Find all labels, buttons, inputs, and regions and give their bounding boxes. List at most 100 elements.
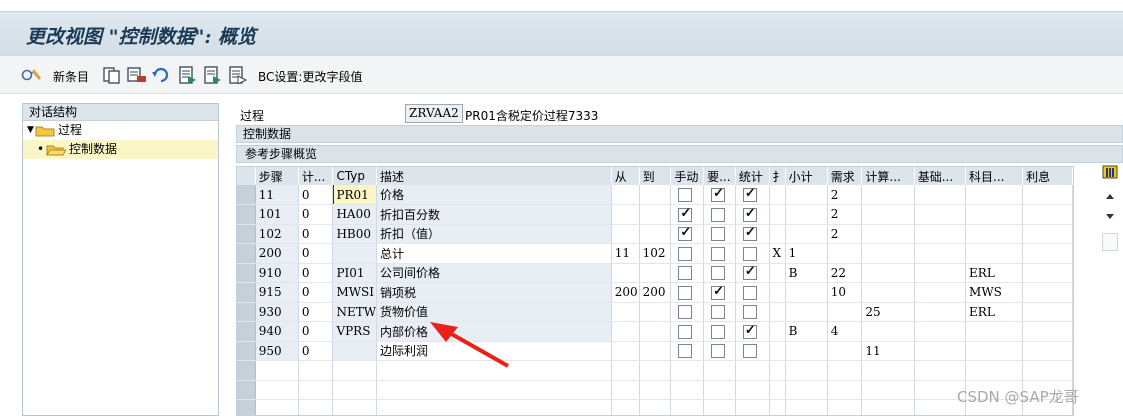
cell-from[interactable]	[611, 321, 640, 342]
row-selector[interactable]	[237, 360, 256, 381]
cell-requirement[interactable]: 22	[827, 263, 863, 283]
empty-cell[interactable]	[1022, 360, 1073, 381]
empty-cell[interactable]	[639, 380, 672, 400]
empty-cell[interactable]	[332, 360, 378, 381]
cell-calc[interactable]	[861, 282, 915, 303]
cell-step[interactable]: 101	[255, 204, 299, 225]
cell-account[interactable]: ERL	[965, 302, 1024, 322]
cell-calc[interactable]: 25	[861, 302, 915, 322]
cell-ctyp[interactable]: NETW	[332, 302, 378, 322]
cell-step[interactable]: 200	[255, 243, 299, 264]
empty-cell[interactable]	[735, 360, 770, 381]
cell-base[interactable]	[914, 302, 967, 322]
empty-cell[interactable]	[255, 380, 299, 400]
cell-print[interactable]	[769, 302, 786, 322]
cell-counter[interactable]: 0	[298, 341, 334, 361]
empty-cell[interactable]	[769, 380, 786, 400]
empty-cell[interactable]	[861, 360, 915, 381]
select-block-icon[interactable]	[203, 66, 223, 84]
delete-icon[interactable]	[126, 66, 148, 84]
cell-account[interactable]	[965, 224, 1024, 244]
select-all-icon[interactable]	[178, 66, 198, 84]
cell-requirement[interactable]	[827, 341, 863, 361]
table-row[interactable]: 950 0 边际利润 11	[237, 341, 1073, 361]
cell-step[interactable]: 940	[255, 321, 299, 342]
cell-base[interactable]	[914, 341, 967, 361]
empty-cell[interactable]	[670, 380, 705, 400]
column-header[interactable]: 描述	[376, 167, 612, 185]
cell-counter[interactable]: 0	[298, 282, 334, 303]
manual-checkbox[interactable]	[678, 324, 693, 339]
cell-base[interactable]	[914, 263, 967, 283]
cell-step[interactable]: 102	[255, 224, 299, 244]
table-row[interactable]: 200 0 总计 11 102 X 1	[237, 243, 1073, 264]
row-selector-header[interactable]	[237, 167, 256, 185]
scrollbar-thumb[interactable]	[1102, 233, 1118, 251]
row-selector[interactable]	[237, 302, 256, 322]
cell-desc[interactable]: 折扣（值）	[376, 224, 612, 244]
required-checkbox[interactable]	[711, 344, 726, 358]
scroll-up-icon[interactable]	[1102, 189, 1118, 203]
row-selector[interactable]	[237, 380, 256, 400]
cell-base[interactable]	[914, 224, 967, 244]
cell-ctyp[interactable]: PI01	[332, 263, 378, 283]
cell-account[interactable]	[965, 321, 1024, 342]
cell-step[interactable]: 910	[255, 263, 299, 283]
empty-cell[interactable]	[703, 380, 736, 400]
cell-ctyp[interactable]: HB00	[332, 224, 378, 244]
cell-subtotal[interactable]: B	[785, 263, 828, 283]
cell-accrual[interactable]	[1022, 263, 1073, 283]
row-selector[interactable]	[237, 282, 256, 303]
empty-cell[interactable]	[376, 380, 612, 400]
cell-print[interactable]	[769, 321, 786, 342]
empty-cell[interactable]	[703, 399, 736, 415]
cell-desc[interactable]: 公司间价格	[376, 263, 612, 283]
row-selector[interactable]	[237, 341, 256, 361]
cell-account[interactable]	[965, 341, 1024, 361]
column-header[interactable]: 步骤	[255, 167, 299, 185]
empty-cell[interactable]	[670, 399, 705, 415]
row-selector[interactable]	[237, 399, 256, 415]
new-entries-button[interactable]: 新条目	[53, 68, 89, 85]
column-header[interactable]: 利息	[1022, 167, 1073, 185]
cell-account[interactable]: ERL	[965, 263, 1024, 283]
cell-subtotal[interactable]	[785, 302, 828, 322]
column-header[interactable]: 基础...	[914, 167, 967, 185]
empty-cell[interactable]	[255, 360, 299, 381]
deselect-all-icon[interactable]	[228, 66, 248, 84]
empty-cell[interactable]	[298, 380, 334, 400]
statistical-checkbox[interactable]	[742, 285, 757, 300]
cell-requirement[interactable]: 10	[827, 282, 863, 303]
cell-to[interactable]: 102	[639, 243, 672, 264]
cell-calc[interactable]: 11	[861, 341, 915, 361]
bc-set-button[interactable]: BC设置:更改字段值	[258, 68, 362, 85]
cell-calc[interactable]	[861, 185, 915, 205]
cell-ctyp[interactable]: VPRS	[332, 321, 378, 342]
column-header[interactable]: 要...	[703, 167, 736, 185]
cell-counter[interactable]: 0	[298, 185, 334, 205]
empty-row[interactable]	[237, 399, 1073, 415]
cell-requirement[interactable]	[827, 302, 863, 322]
cell-requirement[interactable]: 4	[827, 321, 863, 342]
empty-cell[interactable]	[670, 360, 705, 381]
cell-to[interactable]	[639, 302, 672, 322]
empty-cell[interactable]	[735, 380, 770, 400]
cell-counter[interactable]: 0	[298, 204, 334, 225]
empty-cell[interactable]	[827, 399, 863, 415]
empty-cell[interactable]	[332, 399, 378, 415]
row-selector[interactable]	[237, 263, 256, 283]
empty-cell[interactable]	[332, 380, 378, 400]
cell-desc[interactable]: 价格	[376, 185, 612, 205]
cell-from[interactable]	[611, 302, 640, 322]
empty-cell[interactable]	[298, 360, 334, 381]
empty-cell[interactable]	[376, 360, 612, 381]
display-change-icon[interactable]	[20, 66, 44, 84]
cell-base[interactable]	[914, 321, 967, 342]
cell-desc[interactable]: 内部价格	[376, 321, 612, 342]
cell-ctyp[interactable]	[332, 243, 378, 264]
empty-cell[interactable]	[769, 399, 786, 415]
empty-cell[interactable]	[827, 380, 863, 400]
cell-subtotal[interactable]	[785, 341, 828, 361]
empty-cell[interactable]	[703, 360, 736, 381]
required-checkbox[interactable]	[711, 284, 726, 300]
